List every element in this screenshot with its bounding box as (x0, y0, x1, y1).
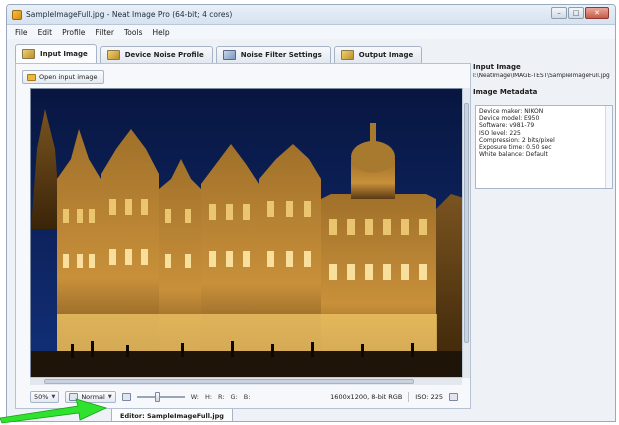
image-info-area: 1600x1200, 8-bit RGB ISO: 225 (330, 392, 458, 402)
minimize-button[interactable]: – (551, 7, 567, 19)
vertical-scrollbar[interactable] (462, 88, 470, 378)
metadata-title: Image Metadata (473, 88, 538, 96)
image-icon (22, 49, 35, 59)
menu-file[interactable]: File (10, 28, 33, 37)
tab-device-noise-profile[interactable]: Device Noise Profile (99, 46, 213, 63)
iso-info: ISO: 225 (415, 393, 443, 401)
chevron-down-icon: ▼ (107, 394, 112, 400)
maximize-button[interactable]: □ (568, 7, 584, 19)
metadata-line: Compression: 2 bits/pixel (479, 136, 555, 144)
open-button-label: Open input image (39, 73, 98, 81)
metadata-line: Exposure time: 0.50 sec (479, 144, 552, 152)
title-bar[interactable]: SampleImageFull.jpg - Neat Image Pro (64… (7, 5, 615, 25)
menu-help[interactable]: Help (147, 28, 174, 37)
main-tabs: Input Image Device Noise Profile Noise F… (15, 43, 423, 63)
tab-output-image[interactable]: Output Image (333, 46, 423, 63)
metadata-line: ISO level: 225 (479, 129, 521, 137)
input-image-path: I:\NeatImage\IMAGE-TEST\SampleImageFull.… (473, 73, 610, 79)
image-panel: Open input image 50% ▼ Normal ▼ W: H: R:… (15, 63, 471, 409)
menu-bar: File Edit Profile Filter Tools Help (7, 25, 615, 39)
tab-noise-filter-settings[interactable]: Noise Filter Settings (215, 46, 331, 63)
horizontal-scrollbar[interactable] (30, 377, 462, 385)
red-label: R: (218, 393, 225, 401)
slider-track (136, 396, 185, 398)
vertical-scroll-thumb[interactable] (464, 103, 469, 343)
image-info: 1600x1200, 8-bit RGB (330, 393, 403, 401)
green-label: G: (230, 393, 238, 401)
metadata-list[interactable]: Device maker: NIKON Device model: E950 S… (475, 105, 613, 189)
window-title: SampleImageFull.jpg - Neat Image Pro (64… (26, 10, 233, 19)
app-window: SampleImageFull.jpg - Neat Image Pro (64… (6, 4, 616, 422)
tab-label: Input Image (40, 50, 88, 58)
sliders-icon (222, 50, 236, 60)
width-label: W: (190, 393, 199, 401)
horizontal-scroll-thumb[interactable] (44, 379, 414, 384)
menu-filter[interactable]: Filter (90, 28, 119, 37)
metadata-line: Device maker: NIKON (479, 108, 544, 115)
metadata-line: Device model: E950 (479, 115, 540, 123)
menu-tools[interactable]: Tools (119, 28, 147, 37)
editor-tab[interactable]: Editor: SampleImageFull.jpg (111, 409, 233, 421)
fit-icon[interactable] (121, 393, 131, 401)
menu-edit[interactable]: Edit (33, 28, 58, 37)
metadata-line: White balance: Default (479, 151, 548, 159)
open-input-image-button[interactable]: Open input image (22, 70, 105, 84)
image-preview[interactable] (30, 88, 468, 378)
close-button[interactable]: ✕ (585, 7, 609, 19)
slider-thumb[interactable] (154, 392, 160, 402)
app-icon (12, 9, 22, 20)
tab-label: Device Noise Profile (124, 51, 204, 59)
input-image-title: Input Image (473, 63, 521, 71)
image-output-icon (340, 50, 354, 60)
window-controls: – □ ✕ (551, 7, 609, 19)
metadata-scrollbar[interactable] (605, 106, 612, 188)
blue-label: B: (243, 393, 251, 401)
tab-input-image[interactable]: Input Image (15, 44, 97, 63)
menu-profile[interactable]: Profile (57, 28, 90, 37)
info-panel: Input Image I:\NeatImage\IMAGE-TEST\Samp… (473, 63, 615, 409)
zoom-slider[interactable] (136, 392, 185, 402)
green-arrow-icon (0, 398, 108, 424)
tab-label: Noise Filter Settings (240, 51, 322, 59)
folder-icon (27, 73, 36, 81)
night-building-photo (31, 89, 467, 377)
camera-icon (106, 50, 120, 60)
height-label: H: (204, 393, 213, 401)
tab-label: Output Image (358, 51, 414, 59)
info-icon[interactable] (449, 393, 458, 401)
metadata-line: Software: v981-79 (479, 122, 535, 130)
separator (408, 392, 410, 402)
